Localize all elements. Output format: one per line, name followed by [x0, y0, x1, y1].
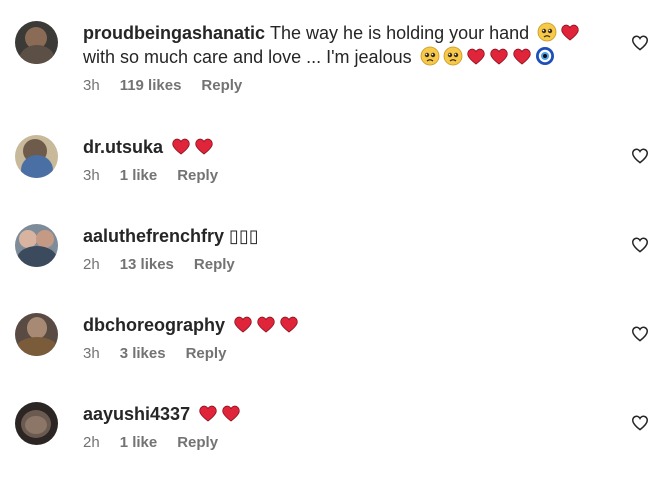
comment-meta: 2h 13 likes Reply: [83, 256, 603, 273]
heart-outline-icon: [631, 415, 649, 431]
red-heart-emoji: [171, 136, 191, 156]
red-heart-emoji: [489, 46, 509, 66]
comment-text: aaluthefrenchfry ▯▯▯: [83, 224, 603, 248]
comment-time: 3h: [83, 345, 100, 362]
username[interactable]: dr.utsuka: [83, 137, 163, 157]
likes-count[interactable]: 3 likes: [120, 345, 166, 362]
username[interactable]: dbchoreography: [83, 315, 225, 335]
comment-text: dbchoreography: [83, 313, 603, 337]
pleading-face-emoji: [443, 46, 463, 66]
like-comment-button[interactable]: [630, 412, 650, 432]
avatar[interactable]: [15, 224, 58, 267]
comment-time: 2h: [83, 434, 100, 451]
red-heart-emoji: [560, 22, 580, 42]
like-comment-button[interactable]: [630, 234, 650, 254]
comment-meta: 2h 1 like Reply: [83, 434, 603, 451]
heart-outline-icon: [631, 237, 649, 253]
heart-outline-icon: [631, 35, 649, 51]
comment-text: dr.utsuka: [83, 135, 603, 159]
comment-item: aaluthefrenchfry ▯▯▯ 2h 13 likes Reply: [0, 224, 664, 304]
red-heart-emoji: [512, 46, 532, 66]
comment-meta: 3h 1 like Reply: [83, 167, 603, 184]
red-heart-emoji: [233, 314, 253, 334]
avatar[interactable]: [15, 135, 58, 178]
likes-count[interactable]: 1 like: [120, 167, 158, 184]
reply-button[interactable]: Reply: [177, 167, 218, 184]
pleading-face-emoji: [537, 22, 557, 42]
comment-body: aaluthefrenchfry ▯▯▯ 2h 13 likes Reply: [83, 224, 603, 273]
nazar-amulet-emoji: [535, 46, 555, 66]
username[interactable]: proudbeingashanatic: [83, 23, 265, 43]
username[interactable]: aaluthefrenchfry: [83, 226, 224, 246]
reply-button[interactable]: Reply: [201, 77, 242, 94]
likes-count[interactable]: 119 likes: [120, 77, 182, 94]
like-comment-button[interactable]: [630, 32, 650, 52]
like-comment-button[interactable]: [630, 145, 650, 165]
reply-button[interactable]: Reply: [186, 345, 227, 362]
comment-body: aayushi4337 2h 1 like Reply: [83, 402, 603, 451]
heart-outline-icon: [631, 326, 649, 342]
likes-count[interactable]: 1 like: [120, 434, 158, 451]
comment-time: 2h: [83, 256, 100, 273]
username[interactable]: aayushi4337: [83, 404, 190, 424]
comment-time: 3h: [83, 77, 100, 94]
red-heart-emoji: [256, 314, 276, 334]
comment-meta: 3h 3 likes Reply: [83, 345, 603, 362]
avatar[interactable]: [15, 21, 58, 64]
red-heart-emoji: [194, 136, 214, 156]
reply-button[interactable]: Reply: [177, 434, 218, 451]
comment-item: dr.utsuka 3h 1 like Reply: [0, 135, 664, 215]
like-comment-button[interactable]: [630, 323, 650, 343]
comment-text: proudbeingashanatic The way he is holding…: [83, 21, 603, 69]
avatar[interactable]: [15, 402, 58, 445]
comment-body: dr.utsuka 3h 1 like Reply: [83, 135, 603, 184]
red-heart-emoji: [466, 46, 486, 66]
comment-item: proudbeingashanatic The way he is holding…: [0, 21, 664, 101]
comment-item: aayushi4337 2h 1 like Reply: [0, 402, 664, 482]
red-heart-emoji: [279, 314, 299, 334]
comment-item: dbchoreography 3h 3 likes Reply: [0, 313, 664, 393]
likes-count[interactable]: 13 likes: [120, 256, 174, 273]
comments-list: proudbeingashanatic The way he is holding…: [0, 0, 664, 466]
pleading-face-emoji: [420, 46, 440, 66]
comment-text-content: ▯▯▯: [229, 226, 259, 246]
comment-text-part1: The way he is holding your hand: [270, 23, 530, 43]
comment-meta: 3h 119 likes Reply: [83, 77, 603, 94]
red-heart-emoji: [221, 403, 241, 423]
avatar[interactable]: [15, 313, 58, 356]
comment-body: dbchoreography 3h 3 likes Reply: [83, 313, 603, 362]
comment-body: proudbeingashanatic The way he is holding…: [83, 21, 603, 94]
comment-text: aayushi4337: [83, 402, 603, 426]
reply-button[interactable]: Reply: [194, 256, 235, 273]
heart-outline-icon: [631, 148, 649, 164]
comment-time: 3h: [83, 167, 100, 184]
red-heart-emoji: [198, 403, 218, 423]
comment-text-part2: with so much care and love ... I'm jealo…: [83, 47, 412, 67]
